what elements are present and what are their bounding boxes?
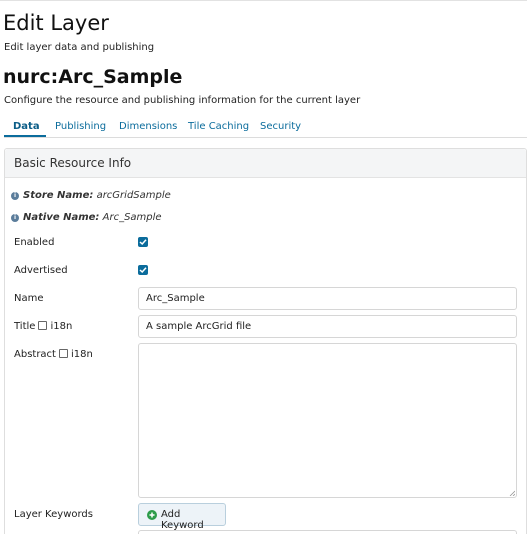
add-keyword-label: Add Keyword xyxy=(161,509,204,531)
title-input[interactable]: A sample ArcGrid file xyxy=(138,315,517,338)
native-name-row: i Native Name: Arc_Sample xyxy=(11,212,162,223)
title-label: Title xyxy=(14,321,36,332)
advertised-checkbox[interactable] xyxy=(138,265,148,275)
abstract-i18n-checkbox[interactable] xyxy=(58,349,68,358)
abstract-textarea[interactable] xyxy=(138,343,517,498)
abstract-label: Abstract xyxy=(14,349,56,360)
page-subtitle: Edit layer data and publishing xyxy=(4,42,155,53)
store-name-key: Store Name: xyxy=(23,190,94,201)
name-input[interactable]: Arc_Sample xyxy=(138,287,517,310)
resize-grip-icon[interactable] xyxy=(509,490,515,496)
check-icon xyxy=(139,239,147,246)
enabled-checkbox[interactable] xyxy=(138,237,148,247)
layer-description: Configure the resource and publishing in… xyxy=(4,95,361,106)
name-label: Name xyxy=(14,293,44,304)
native-name-value: Arc_Sample xyxy=(102,212,162,223)
panel-title: Basic Resource Info xyxy=(14,156,132,170)
keywords-list-box[interactable] xyxy=(138,530,517,534)
page-title: Edit Layer xyxy=(3,11,109,35)
panel-header: Basic Resource Info xyxy=(5,149,526,178)
layer-keywords-label: Layer Keywords xyxy=(14,509,93,520)
tab-security[interactable]: Security xyxy=(260,121,301,132)
native-name-key: Native Name: xyxy=(23,212,100,223)
layer-name-heading: nurc:Arc_Sample xyxy=(3,66,183,88)
active-tab-indicator xyxy=(4,135,46,137)
advertised-label: Advertised xyxy=(14,265,68,276)
info-icon: i xyxy=(11,214,19,222)
title-i18n-checkbox[interactable] xyxy=(38,321,48,330)
tab-tile-caching[interactable]: Tile Caching xyxy=(188,121,249,132)
tab-dimensions[interactable]: Dimensions xyxy=(119,121,177,132)
tab-data[interactable]: Data xyxy=(13,121,40,132)
plus-circle-icon xyxy=(147,510,157,520)
top-divider xyxy=(0,0,527,3)
info-icon: i xyxy=(11,192,19,200)
store-name-value: arcGridSample xyxy=(96,190,171,201)
title-i18n-label: i18n xyxy=(50,321,73,332)
check-icon xyxy=(139,267,147,274)
abstract-label-group: Abstract i18n xyxy=(14,349,93,360)
enabled-label: Enabled xyxy=(14,237,55,248)
title-label-group: Title i18n xyxy=(14,321,72,332)
abstract-i18n-label: i18n xyxy=(70,349,93,360)
add-keyword-button[interactable]: Add Keyword xyxy=(138,503,226,531)
store-name-row: i Store Name: arcGridSample xyxy=(11,190,171,201)
tab-bar: Data Publishing Dimensions Tile Caching … xyxy=(4,118,527,138)
tab-publishing[interactable]: Publishing xyxy=(55,121,106,132)
